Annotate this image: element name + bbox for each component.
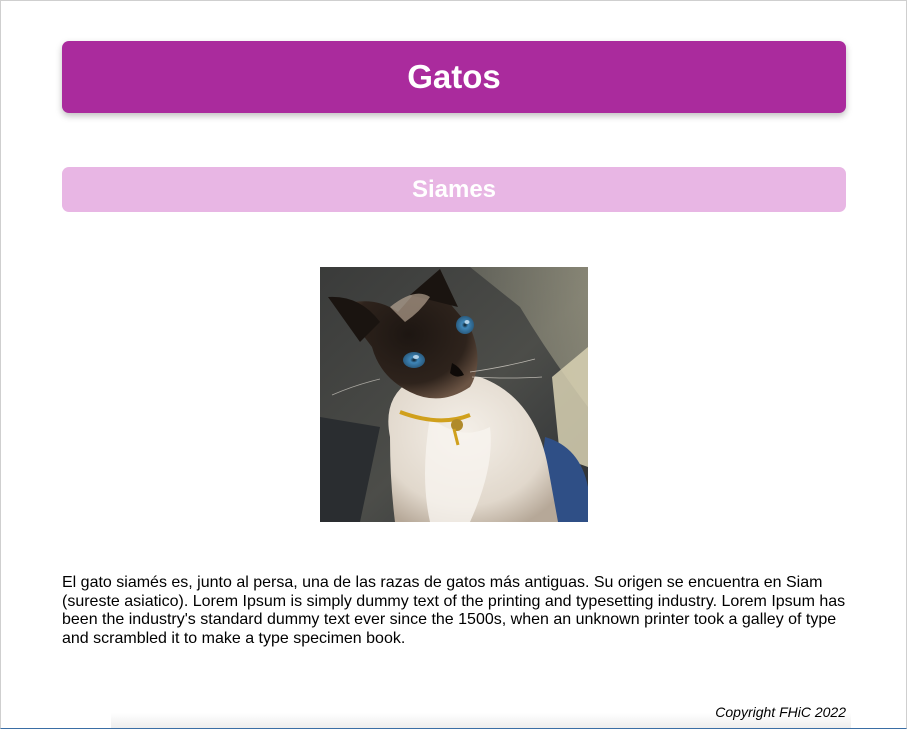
page-title: Gatos xyxy=(407,58,501,95)
section-header: Siames xyxy=(62,167,846,212)
page-header: Gatos xyxy=(62,41,846,113)
siamese-cat-image xyxy=(320,267,588,522)
copyright-text: Copyright FHiC 2022 xyxy=(715,704,846,720)
section-title: Siames xyxy=(411,175,497,203)
breed-description: El gato siamés es, junto al persa, una d… xyxy=(62,574,846,647)
page: Gatos Siames El gato siamés es, junto al… xyxy=(0,0,907,729)
